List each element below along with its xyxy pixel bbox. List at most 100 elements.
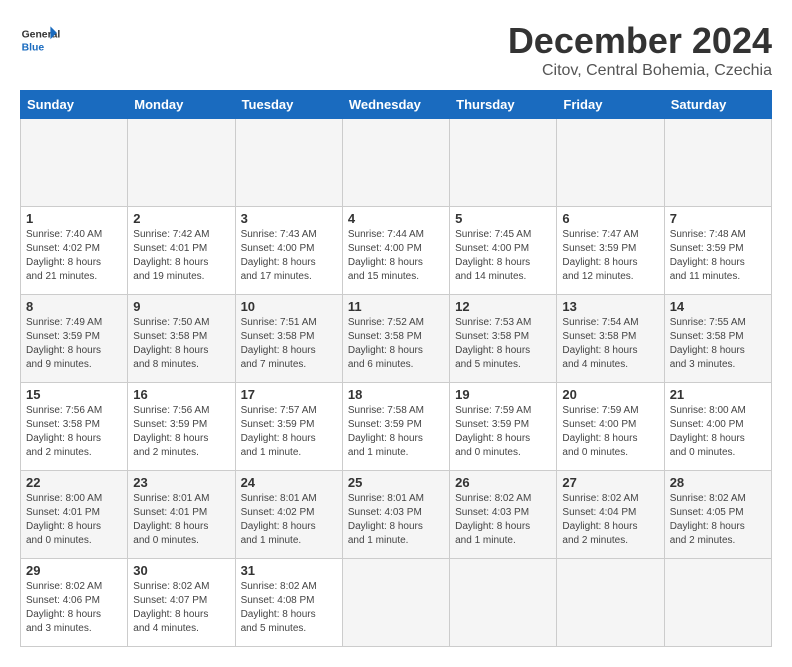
- calendar-week-row: 22 Sunrise: 8:00 AM Sunset: 4:01 PM Dayli…: [21, 471, 772, 559]
- day-info: Sunrise: 8:02 AM Sunset: 4:08 PM Dayligh…: [241, 580, 337, 636]
- calendar-cell: [21, 119, 128, 207]
- day-info: Sunrise: 7:45 AM Sunset: 4:00 PM Dayligh…: [455, 228, 551, 284]
- calendar-cell: [450, 119, 557, 207]
- calendar-cell: [128, 119, 235, 207]
- day-number: 11: [348, 299, 444, 314]
- calendar-cell: 12Sunrise: 7:53 AM Sunset: 3:58 PM Dayli…: [450, 295, 557, 383]
- calendar-table: SundayMondayTuesdayWednesdayThursdayFrid…: [20, 90, 772, 647]
- day-info: Sunrise: 7:55 AM Sunset: 3:58 PM Dayligh…: [670, 316, 766, 372]
- day-number: 2: [133, 211, 229, 226]
- calendar-cell: 2 Sunrise: 7:42 AM Sunset: 4:01 PM Daylig…: [128, 207, 235, 295]
- day-info: Sunrise: 7:48 AM Sunset: 3:59 PM Dayligh…: [670, 228, 766, 284]
- day-info: Sunrise: 7:49 AM Sunset: 3:59 PM Dayligh…: [26, 316, 122, 372]
- calendar-cell: 3Sunrise: 7:43 AM Sunset: 4:00 PM Daylig…: [235, 207, 342, 295]
- calendar-cell: 1 Sunrise: 7:40 AM Sunset: 4:02 PM Daylig…: [21, 207, 128, 295]
- day-number: 17: [241, 387, 337, 402]
- day-info: Sunrise: 8:02 AM Sunset: 4:06 PM Dayligh…: [26, 580, 122, 636]
- calendar-week-row: 8Sunrise: 7:49 AM Sunset: 3:59 PM Daylig…: [21, 295, 772, 383]
- calendar-cell: 23Sunrise: 8:01 AM Sunset: 4:01 PM Dayli…: [128, 471, 235, 559]
- day-number: 26: [455, 475, 551, 490]
- day-info: Sunrise: 7:50 AM Sunset: 3:58 PM Dayligh…: [133, 316, 229, 372]
- day-number: 7: [670, 211, 766, 226]
- day-info: Sunrise: 8:02 AM Sunset: 4:07 PM Dayligh…: [133, 580, 229, 636]
- day-info: Sunrise: 7:54 AM Sunset: 3:58 PM Dayligh…: [562, 316, 658, 372]
- day-info: Sunrise: 7:56 AM Sunset: 3:58 PM Dayligh…: [26, 404, 122, 460]
- day-number: 1: [26, 211, 122, 226]
- calendar-cell: 7 Sunrise: 7:48 AM Sunset: 3:59 PM Daylig…: [664, 207, 771, 295]
- calendar-cell: 28Sunrise: 8:02 AM Sunset: 4:05 PM Dayli…: [664, 471, 771, 559]
- calendar-week-row: [21, 119, 772, 207]
- calendar-cell: 27 Sunrise: 8:02 AM Sunset: 4:04 PM Dayli…: [557, 471, 664, 559]
- weekday-header: Thursday: [450, 91, 557, 119]
- calendar-cell: 25Sunrise: 8:01 AM Sunset: 4:03 PM Dayli…: [342, 471, 449, 559]
- day-info: Sunrise: 7:56 AM Sunset: 3:59 PM Dayligh…: [133, 404, 229, 460]
- day-number: 29: [26, 563, 122, 578]
- svg-text:Blue: Blue: [22, 42, 45, 53]
- calendar-cell: 9Sunrise: 7:50 AM Sunset: 3:58 PM Daylig…: [128, 295, 235, 383]
- calendar-cell: 10Sunrise: 7:51 AM Sunset: 3:58 PM Dayli…: [235, 295, 342, 383]
- day-number: 15: [26, 387, 122, 402]
- calendar-cell: 15 Sunrise: 7:56 AM Sunset: 3:58 PM Dayli…: [21, 383, 128, 471]
- weekday-header: Friday: [557, 91, 664, 119]
- calendar-cell: 18 Sunrise: 7:58 AM Sunset: 3:59 PM Dayli…: [342, 383, 449, 471]
- day-number: 31: [241, 563, 337, 578]
- day-info: Sunrise: 7:59 AM Sunset: 4:00 PM Dayligh…: [562, 404, 658, 460]
- calendar-cell: 16 Sunrise: 7:56 AM Sunset: 3:59 PM Dayli…: [128, 383, 235, 471]
- calendar-cell: 31 Sunrise: 8:02 AM Sunset: 4:08 PM Dayli…: [235, 559, 342, 647]
- day-info: Sunrise: 7:42 AM Sunset: 4:01 PM Dayligh…: [133, 228, 229, 284]
- logo: General Blue: [20, 20, 64, 60]
- day-number: 22: [26, 475, 122, 490]
- calendar-cell: 22 Sunrise: 8:00 AM Sunset: 4:01 PM Dayli…: [21, 471, 128, 559]
- day-info: Sunrise: 7:51 AM Sunset: 3:58 PM Dayligh…: [241, 316, 337, 372]
- day-number: 18: [348, 387, 444, 402]
- calendar-cell: [235, 119, 342, 207]
- calendar-cell: [557, 559, 664, 647]
- day-number: 24: [241, 475, 337, 490]
- day-number: 14: [670, 299, 766, 314]
- day-number: 19: [455, 387, 551, 402]
- day-info: Sunrise: 7:59 AM Sunset: 3:59 PM Dayligh…: [455, 404, 551, 460]
- day-info: Sunrise: 8:02 AM Sunset: 4:04 PM Dayligh…: [562, 492, 658, 548]
- calendar-cell: 24Sunrise: 8:01 AM Sunset: 4:02 PM Dayli…: [235, 471, 342, 559]
- calendar-cell: 5Sunrise: 7:45 AM Sunset: 4:00 PM Daylig…: [450, 207, 557, 295]
- weekday-header-row: SundayMondayTuesdayWednesdayThursdayFrid…: [21, 91, 772, 119]
- calendar-cell: 4Sunrise: 7:44 AM Sunset: 4:00 PM Daylig…: [342, 207, 449, 295]
- weekday-header: Sunday: [21, 91, 128, 119]
- day-number: 3: [241, 211, 337, 226]
- day-number: 16: [133, 387, 229, 402]
- day-info: Sunrise: 8:02 AM Sunset: 4:05 PM Dayligh…: [670, 492, 766, 548]
- day-info: Sunrise: 7:57 AM Sunset: 3:59 PM Dayligh…: [241, 404, 337, 460]
- calendar-week-row: 15 Sunrise: 7:56 AM Sunset: 3:58 PM Dayli…: [21, 383, 772, 471]
- calendar-cell: 6Sunrise: 7:47 AM Sunset: 3:59 PM Daylig…: [557, 207, 664, 295]
- day-number: 27: [562, 475, 658, 490]
- calendar-cell: 19 Sunrise: 7:59 AM Sunset: 3:59 PM Dayli…: [450, 383, 557, 471]
- calendar-cell: 26 Sunrise: 8:02 AM Sunset: 4:03 PM Dayli…: [450, 471, 557, 559]
- calendar-cell: [342, 119, 449, 207]
- calendar-week-row: 1 Sunrise: 7:40 AM Sunset: 4:02 PM Daylig…: [21, 207, 772, 295]
- calendar-week-row: 29 Sunrise: 8:02 AM Sunset: 4:06 PM Dayli…: [21, 559, 772, 647]
- day-info: Sunrise: 7:52 AM Sunset: 3:58 PM Dayligh…: [348, 316, 444, 372]
- location-title: Citov, Central Bohemia, Czechia: [508, 62, 772, 80]
- day-info: Sunrise: 7:40 AM Sunset: 4:02 PM Dayligh…: [26, 228, 122, 284]
- weekday-header: Wednesday: [342, 91, 449, 119]
- day-info: Sunrise: 8:00 AM Sunset: 4:01 PM Dayligh…: [26, 492, 122, 548]
- calendar-cell: 17 Sunrise: 7:57 AM Sunset: 3:59 PM Dayli…: [235, 383, 342, 471]
- day-info: Sunrise: 8:01 AM Sunset: 4:01 PM Dayligh…: [133, 492, 229, 548]
- calendar-cell: 11 Sunrise: 7:52 AM Sunset: 3:58 PM Dayli…: [342, 295, 449, 383]
- calendar-cell: 29 Sunrise: 8:02 AM Sunset: 4:06 PM Dayli…: [21, 559, 128, 647]
- weekday-header: Monday: [128, 91, 235, 119]
- day-info: Sunrise: 7:58 AM Sunset: 3:59 PM Dayligh…: [348, 404, 444, 460]
- weekday-header: Saturday: [664, 91, 771, 119]
- calendar-cell: [557, 119, 664, 207]
- calendar-cell: [450, 559, 557, 647]
- calendar-cell: 13 Sunrise: 7:54 AM Sunset: 3:58 PM Dayli…: [557, 295, 664, 383]
- day-info: Sunrise: 8:02 AM Sunset: 4:03 PM Dayligh…: [455, 492, 551, 548]
- day-number: 12: [455, 299, 551, 314]
- calendar-cell: [664, 559, 771, 647]
- page-header: General Blue December 2024 Citov, Centra…: [20, 20, 772, 80]
- day-info: Sunrise: 8:00 AM Sunset: 4:00 PM Dayligh…: [670, 404, 766, 460]
- day-number: 25: [348, 475, 444, 490]
- day-number: 13: [562, 299, 658, 314]
- day-number: 30: [133, 563, 229, 578]
- logo-icon: General Blue: [20, 20, 60, 60]
